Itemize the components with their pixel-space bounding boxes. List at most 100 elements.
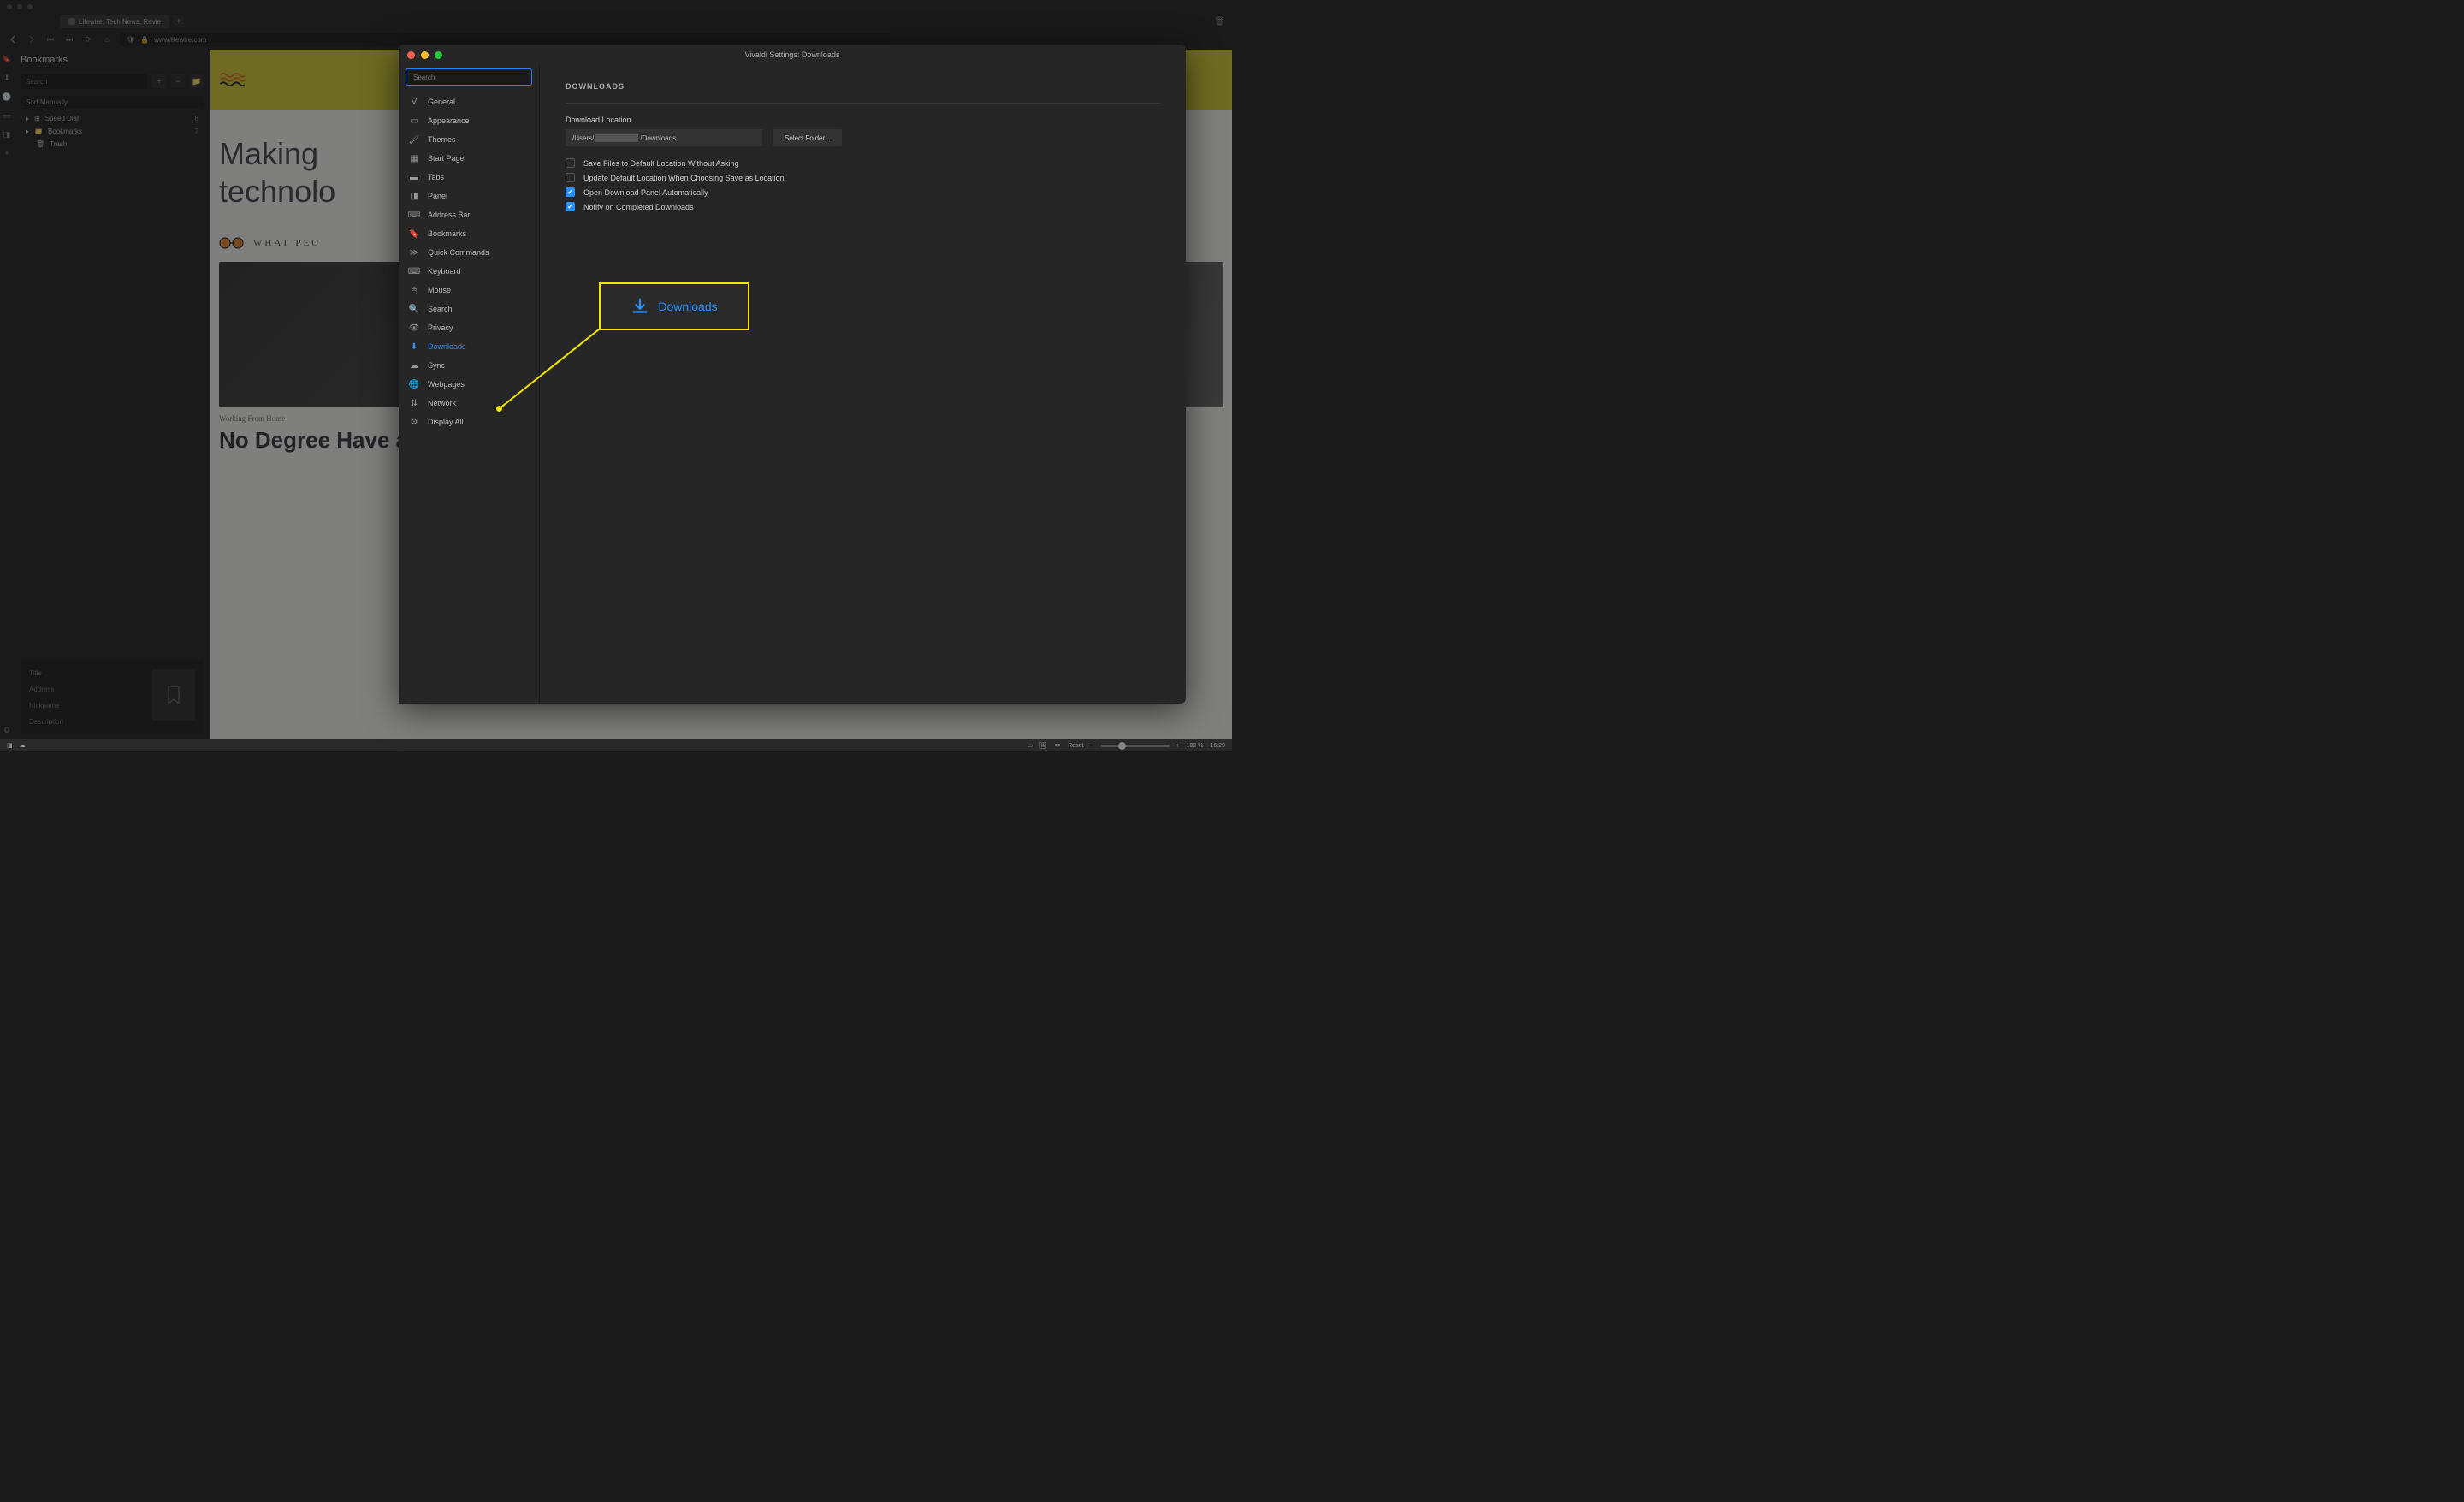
sidebar-item-keyboard[interactable]: ⌨Keyboard	[406, 262, 532, 281]
remove-bookmark-button[interactable]: −	[171, 74, 185, 88]
sidebar-item-themes[interactable]: 🖌Themes	[406, 130, 532, 149]
traffic-max[interactable]	[27, 4, 33, 9]
checkbox-icon	[566, 202, 575, 211]
zoom-in-button[interactable]: +	[1176, 743, 1180, 749]
trash-icon[interactable]: 🗑	[1214, 17, 1225, 27]
settings-rail-icon[interactable]: ⚙	[3, 726, 11, 734]
select-folder-button[interactable]: Select Folder...	[773, 129, 842, 146]
sidebar-item-search[interactable]: 🔍Search	[406, 300, 532, 318]
chevron-right-icon: ▸	[26, 115, 29, 122]
bookmark-folder-bookmarks[interactable]: ▸ 📁 Bookmarks 7	[21, 125, 204, 138]
addressbar-icon: ⌨	[409, 210, 419, 220]
window-rail-icon[interactable]: ◨	[3, 130, 11, 139]
sidebar-item-appearance[interactable]: ▭Appearance	[406, 111, 532, 130]
reload-button[interactable]: ⟳	[82, 33, 94, 45]
folder-label: Speed Dial	[45, 115, 79, 122]
new-tab-button[interactable]: +	[173, 15, 185, 27]
fastforward-button[interactable]: ⏭	[63, 33, 75, 45]
folder-count: 7	[195, 128, 198, 135]
settings-minimize-button[interactable]	[421, 51, 429, 59]
sync-status-icon[interactable]: ☁	[20, 742, 26, 749]
panel-toggle-icon[interactable]: ◨	[7, 742, 13, 749]
tabs-icon: ▬	[409, 172, 419, 182]
search-icon: 🔍	[409, 304, 419, 314]
new-folder-button[interactable]: 📁	[190, 74, 204, 88]
sidebar-item-bookmarks[interactable]: 🔖Bookmarks	[406, 224, 532, 243]
browser-tab[interactable]: Lifewire: Tech News, Revie	[60, 15, 169, 28]
checkbox-icon	[566, 187, 575, 197]
keyboard-icon: ⌨	[409, 266, 419, 276]
section-title: DOWNLOADS	[566, 82, 1160, 91]
panel-title: Bookmarks	[21, 55, 204, 65]
traffic-min[interactable]	[17, 4, 22, 9]
window-chrome	[0, 0, 1232, 14]
checkbox-icon	[566, 158, 575, 168]
checkbox-save-default[interactable]: Save Files to Default Location Without A…	[566, 158, 1160, 168]
sidebar-item-tabs[interactable]: ▬Tabs	[406, 168, 532, 187]
mouse-icon: 🖱	[409, 285, 419, 295]
code-icon[interactable]: <>	[1054, 743, 1061, 749]
zoom-slider[interactable]	[1101, 745, 1170, 747]
settings-titlebar[interactable]: Vivaldi Settings: Downloads	[399, 45, 1186, 65]
settings-close-button[interactable]	[407, 51, 415, 59]
gear-icon: ⚙	[409, 417, 419, 427]
bookmark-folder-speeddial[interactable]: ▸ ⊞ Speed Dial 8	[21, 112, 204, 125]
image-icon[interactable]: 🖼	[1040, 742, 1047, 749]
sidebar-item-quickcommands[interactable]: ≫Quick Commands	[406, 243, 532, 262]
settings-search-input[interactable]	[406, 68, 532, 86]
rewind-button[interactable]: ⏮	[44, 33, 56, 45]
zoom-out-button[interactable]: −	[1090, 743, 1093, 749]
bookmark-thumbnail	[152, 669, 195, 721]
sidebar-item-addressbar[interactable]: ⌨Address Bar	[406, 205, 532, 224]
url-text: www.lifewire.com	[154, 36, 206, 44]
bookmarks-search-input[interactable]	[21, 74, 147, 89]
sidebar-item-panel[interactable]: ◨Panel	[406, 187, 532, 205]
folder-label: Trash	[50, 140, 67, 148]
vivaldi-icon: V	[409, 97, 419, 107]
checkbox-icon	[566, 173, 575, 182]
site-logo	[219, 69, 245, 90]
add-panel-icon[interactable]: +	[3, 149, 11, 157]
callout-label: Downloads	[658, 300, 717, 313]
back-button[interactable]	[7, 33, 19, 45]
detail-title-label: Title	[29, 669, 63, 677]
brush-icon: 🖌	[409, 134, 419, 145]
bookmark-folder-trash[interactable]: 🗑 Trash	[21, 138, 204, 151]
settings-maximize-button[interactable]	[435, 51, 442, 59]
checkbox-notify[interactable]: Notify on Completed Downloads	[566, 202, 1160, 211]
history-rail-icon[interactable]: 🕓	[3, 92, 11, 101]
home-button[interactable]: ⌂	[101, 33, 113, 45]
shield-icon: 🛡	[127, 36, 135, 44]
tile-icon[interactable]: ▭	[1027, 742, 1033, 749]
sort-label[interactable]: Sort Manually	[21, 96, 204, 109]
checkbox-open-panel[interactable]: Open Download Panel Automatically	[566, 187, 1160, 197]
detail-description-label: Description	[29, 718, 63, 726]
checkbox-update-location[interactable]: Update Default Location When Choosing Sa…	[566, 173, 1160, 182]
notes-rail-icon[interactable]: ▭	[3, 111, 11, 120]
settings-content: DOWNLOADS Download Location /Users/ /Dow…	[540, 65, 1186, 704]
zoom-slider-thumb[interactable]	[1118, 742, 1126, 750]
bookmarks-panel: Bookmarks + − 📁 Sort Manually ▸ ⊞ Speed …	[14, 50, 210, 739]
folder-icon: 📁	[34, 128, 43, 135]
sidebar-item-mouse[interactable]: 🖱Mouse	[406, 281, 532, 300]
callout-downloads: Downloads	[599, 282, 749, 330]
download-location-input[interactable]: /Users/ /Downloads	[566, 129, 762, 146]
add-bookmark-button[interactable]: +	[152, 74, 166, 88]
folder-icon: ⊞	[34, 115, 40, 122]
downloads-rail-icon[interactable]: ⬇	[3, 74, 11, 82]
bookmarks-rail-icon[interactable]: 🔖	[3, 55, 11, 63]
detail-address-label: Address	[29, 686, 63, 693]
bookmark-details-panel: Title Address Nickname Description	[21, 661, 204, 734]
sidebar-item-displayall[interactable]: ⚙Display All	[406, 413, 532, 431]
panel-toolbar: + − 📁	[21, 74, 204, 89]
reset-zoom-button[interactable]: Reset	[1068, 743, 1083, 749]
sidebar-item-general[interactable]: VGeneral	[406, 92, 532, 111]
zoom-level: 100 %	[1187, 743, 1204, 749]
sidebar-item-startpage[interactable]: ▦Start Page	[406, 149, 532, 168]
traffic-close[interactable]	[7, 4, 12, 9]
globe-icon: 🌐	[409, 379, 419, 389]
tab-favicon	[68, 18, 75, 25]
panel-icon: ◨	[409, 191, 419, 201]
network-icon: ⇅	[409, 398, 419, 408]
forward-button[interactable]	[26, 33, 38, 45]
